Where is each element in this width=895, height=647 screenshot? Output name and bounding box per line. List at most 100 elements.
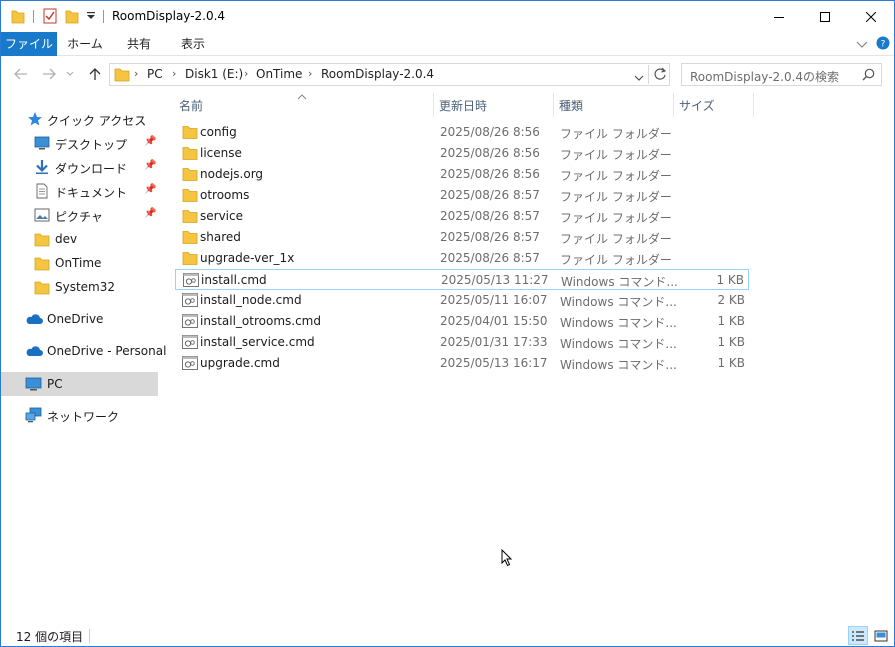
minimize-button[interactable] — [756, 1, 802, 32]
chevron-right-icon[interactable]: › — [308, 67, 312, 80]
column-divider[interactable] — [433, 93, 434, 117]
sidebar-item-label: System32 — [55, 280, 116, 294]
column-header-type[interactable]: 種類 — [559, 97, 583, 114]
sidebar-item-onedrive-personal[interactable]: OneDrive - Personal — [1, 339, 166, 363]
sidebar-item-pictures[interactable]: ピクチャ 📌 — [1, 203, 158, 227]
document-icon — [34, 183, 50, 199]
chevron-right-icon[interactable]: › — [134, 67, 138, 80]
file-name: upgrade.cmd — [200, 356, 280, 370]
title-bar: RoomDisplay-2.0.4 — [1, 1, 894, 32]
tab-view[interactable]: 表示 — [169, 32, 217, 56]
maximize-button[interactable] — [802, 1, 848, 32]
file-row-upgrade-ver-1x[interactable]: upgrade-ver_1x 2025/08/26 8:57 ファイル フォルダー — [175, 248, 749, 269]
details-view-button[interactable] — [848, 626, 868, 645]
file-name: shared — [200, 230, 241, 244]
file-row-config[interactable]: config 2025/08/26 8:56 ファイル フォルダー — [175, 122, 749, 143]
file-row-shared[interactable]: shared 2025/08/26 8:57 ファイル フォルダー — [175, 227, 749, 248]
breadcrumb-roomdisplay[interactable]: RoomDisplay-2.0.4 — [321, 67, 434, 81]
pin-icon[interactable]: 📌 — [144, 136, 156, 147]
sidebar-item-network[interactable]: ネットワーク — [1, 403, 158, 427]
file-row-upgrade-cmd[interactable]: upgrade.cmd 2025/05/13 16:17 Windows コマンド.… — [175, 353, 749, 374]
file-row-install-service-cmd[interactable]: install_service.cmd 2025/01/31 17:33 Windo… — [175, 332, 749, 353]
search-icon[interactable] — [862, 68, 875, 84]
ribbon-tabs: ファイル ホーム 共有 表示 ? — [1, 32, 894, 56]
file-date: 2025/05/13 16:17 — [440, 356, 548, 370]
file-date: 2025/08/26 8:57 — [440, 230, 540, 244]
sidebar-item-downloads[interactable]: ダウンロード 📌 — [1, 155, 158, 179]
navigation-pane: クイック アクセス デスクトップ 📌 ダウンロード 📌 ドキュメント 📌 ピクチ… — [1, 93, 166, 621]
sidebar-item-quick-access[interactable]: クイック アクセス — [1, 107, 158, 131]
file-type: ファイル フォルダー — [560, 148, 672, 162]
folder-icon — [182, 209, 198, 223]
cloud-icon — [25, 311, 43, 327]
file-type: ファイル フォルダー — [560, 169, 672, 183]
large-icons-view-button[interactable] — [871, 626, 891, 645]
pictures-icon — [34, 207, 50, 223]
file-row-install-cmd[interactable]: install.cmd 2025/05/13 11:27 Windows コマンド.… — [175, 269, 749, 290]
customize-toolbar-icon[interactable] — [86, 10, 96, 24]
up-button[interactable] — [85, 64, 105, 84]
folder-icon — [182, 125, 198, 139]
pin-icon[interactable]: 📌 — [144, 160, 156, 171]
file-name: nodejs.org — [200, 167, 264, 181]
column-header-name[interactable]: 名前 — [179, 97, 203, 114]
file-row-install-node-cmd[interactable]: install_node.cmd 2025/05/11 16:07 Windows … — [175, 290, 749, 311]
mouse-cursor-icon — [501, 548, 513, 570]
column-divider[interactable] — [753, 93, 754, 117]
file-row-service[interactable]: service 2025/08/26 8:57 ファイル フォルダー — [175, 206, 749, 227]
column-header-size[interactable]: サイズ — [679, 97, 715, 114]
cmd-file-icon — [182, 335, 198, 349]
close-button[interactable] — [848, 1, 894, 32]
tab-share[interactable]: 共有 — [115, 32, 163, 56]
sidebar-item-pc[interactable]: PC — [1, 372, 158, 396]
file-row-otrooms[interactable]: otrooms 2025/08/26 8:57 ファイル フォルダー — [175, 185, 749, 206]
search-input[interactable]: RoomDisplay-2.0.4の検索 — [690, 68, 839, 85]
tab-file[interactable]: ファイル — [1, 32, 57, 56]
sidebar-item-ontime[interactable]: OnTime — [1, 251, 158, 275]
chevron-right-icon[interactable]: › — [244, 67, 248, 80]
address-bar[interactable]: › PC › Disk1 (E:) › OnTime › RoomDisplay… — [109, 63, 670, 86]
column-divider[interactable] — [553, 93, 554, 117]
file-date: 2025/08/26 8:56 — [440, 125, 540, 139]
divider — [648, 65, 649, 84]
forward-button[interactable] — [39, 64, 59, 84]
sidebar-item-label: PC — [47, 377, 63, 391]
download-icon — [34, 159, 50, 175]
expand-ribbon-icon[interactable] — [856, 38, 868, 52]
sidebar-item-system32[interactable]: System32 — [1, 275, 158, 299]
help-icon[interactable]: ? — [876, 36, 890, 53]
file-date: 2025/05/13 11:27 — [441, 273, 549, 287]
column-divider[interactable] — [673, 93, 674, 117]
file-name: license — [200, 146, 242, 160]
folder-icon — [11, 8, 25, 27]
sidebar-item-onedrive[interactable]: OneDrive — [1, 307, 158, 331]
back-button[interactable] — [11, 64, 31, 84]
file-name: install_otrooms.cmd — [200, 314, 321, 328]
sidebar-item-dev[interactable]: dev — [1, 227, 158, 251]
folder-icon — [114, 67, 130, 85]
pin-icon[interactable]: 📌 — [144, 184, 156, 195]
file-row-license[interactable]: license 2025/08/26 8:56 ファイル フォルダー — [175, 143, 749, 164]
tab-home[interactable]: ホーム — [61, 32, 109, 56]
file-date: 2025/08/26 8:57 — [440, 188, 540, 202]
sidebar-item-label: ダウンロード — [55, 162, 128, 176]
breadcrumb-ontime[interactable]: OnTime — [256, 67, 302, 81]
breadcrumb-pc[interactable]: PC — [147, 67, 163, 81]
properties-icon[interactable] — [43, 8, 57, 27]
breadcrumb-disk[interactable]: Disk1 (E:) — [185, 67, 243, 81]
cmd-file-icon — [182, 356, 198, 370]
new-folder-icon[interactable] — [65, 8, 79, 27]
chevron-right-icon[interactable]: › — [172, 67, 176, 80]
file-row-nodejs-org[interactable]: nodejs.org 2025/08/26 8:56 ファイル フォルダー — [175, 164, 749, 185]
sidebar-item-desktop[interactable]: デスクトップ 📌 — [1, 131, 158, 155]
file-name: otrooms — [200, 188, 250, 202]
refresh-icon[interactable] — [653, 67, 667, 84]
recent-locations-button[interactable] — [63, 64, 77, 84]
file-row-install-otrooms-cmd[interactable]: install_otrooms.cmd 2025/04/01 15:50 Windo… — [175, 311, 749, 332]
search-box[interactable]: RoomDisplay-2.0.4の検索 — [681, 63, 882, 86]
pin-icon[interactable]: 📌 — [144, 208, 156, 219]
address-dropdown-icon[interactable] — [634, 71, 644, 85]
sidebar-item-documents[interactable]: ドキュメント 📌 — [1, 179, 158, 203]
column-header-date[interactable]: 更新日時 — [439, 97, 487, 114]
star-icon — [27, 111, 43, 127]
